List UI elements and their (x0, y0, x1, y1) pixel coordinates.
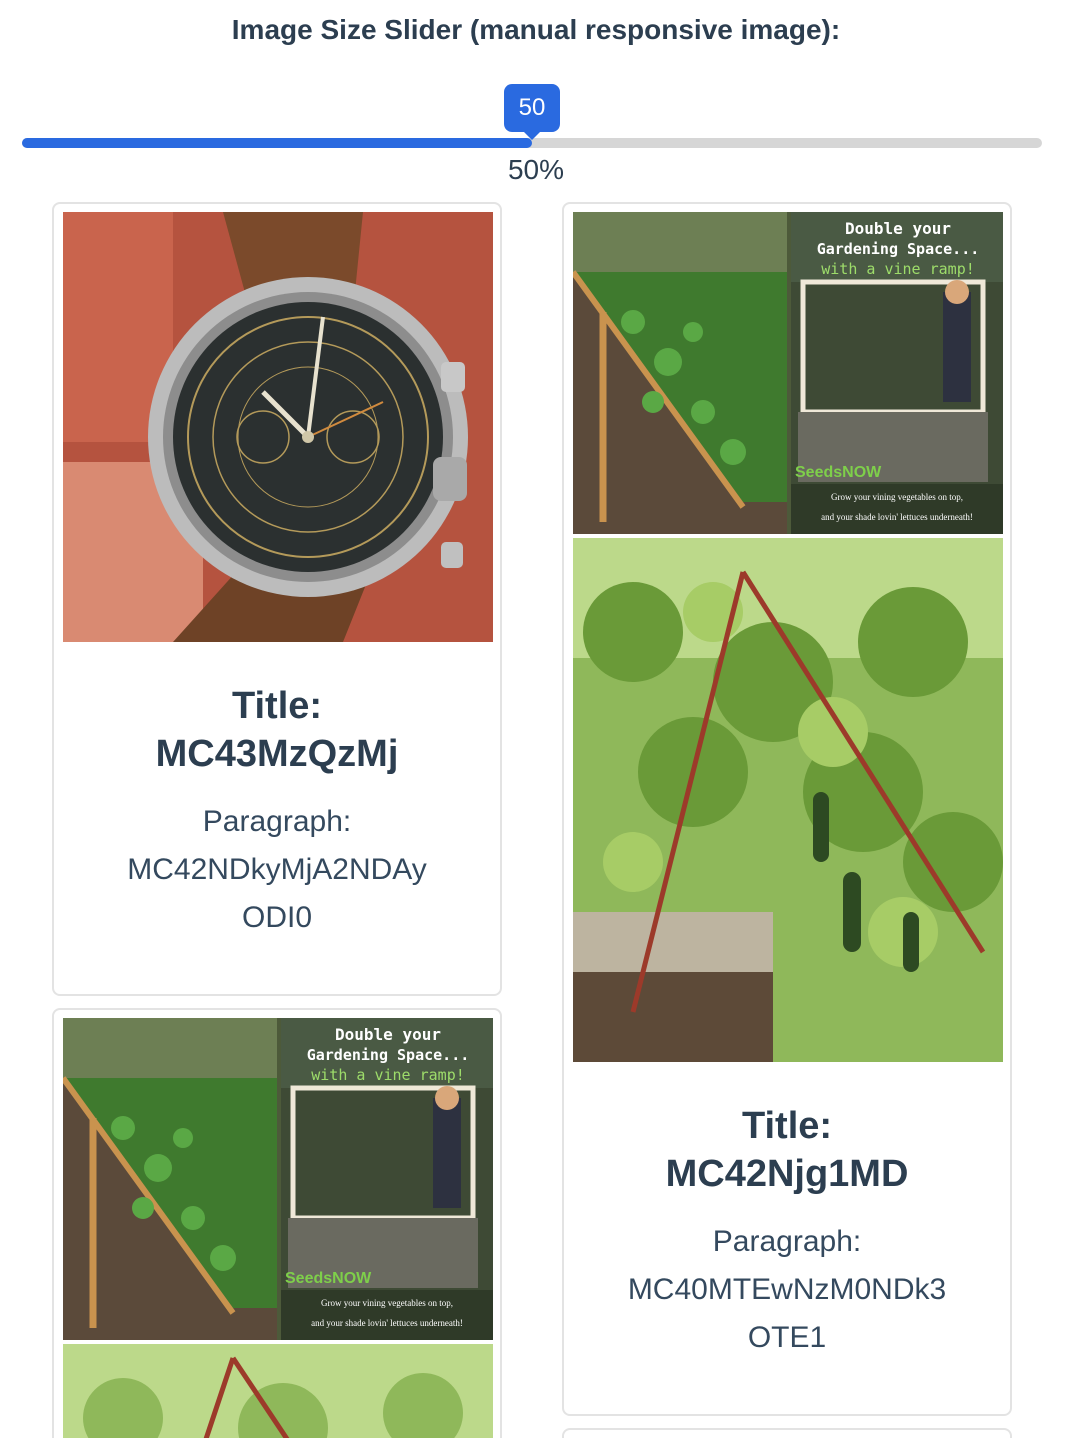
overlay-text: Gardening Space... (817, 240, 980, 258)
card-paragraph-label: Paragraph: (202, 805, 352, 838)
card-paragraph-value-cont: ODI0 (241, 901, 313, 934)
card-title-value: MC42Njg1MD (665, 1153, 909, 1195)
overlay-text: Double your (845, 219, 951, 238)
image-card: Double your Gardening Space... with a vi… (562, 202, 1012, 1416)
card-title-label: Title: (741, 1105, 833, 1147)
overlay-text: with a vine ramp! (821, 260, 975, 278)
overlay-text: Double your (335, 1025, 441, 1044)
card-text: Title: MC43MzQzMj Paragraph: MC42NDkyMjA… (74, 682, 480, 942)
card-paragraph-value: MC40MTEwNzM0NDk3 (627, 1273, 947, 1306)
image-card: Double your Gardening Space... with a vi… (52, 1008, 502, 1438)
overlay-caption: and your shade lovin' lettuces underneat… (311, 1318, 463, 1328)
overlay-text: Gardening Space... (307, 1046, 470, 1064)
card-paragraph-value: MC42NDkyMjA2NDAy (127, 853, 427, 886)
slider-fill (22, 138, 532, 148)
card-title-value: MC43MzQzMj (155, 733, 399, 775)
card-paragraph-value-cont: OTE1 (747, 1321, 827, 1354)
overlay-brand: SeedsNOW (795, 464, 882, 481)
card-title-label: Title: (231, 685, 323, 727)
slider-percent-label: 50% (507, 154, 565, 185)
card-title: Title: MC43MzQzMj (74, 682, 480, 778)
card-paragraph-label: Paragraph: (712, 1225, 862, 1258)
image-card: Title: MC43MzQzMj Paragraph: MC42NDkyMjA… (52, 202, 502, 996)
overlay-text: with a vine ramp! (311, 1066, 465, 1084)
card-image-garden: Double your Gardening Space... with a vi… (573, 212, 1003, 1062)
overlay-caption: Grow your vining vegetables on top, (321, 1298, 453, 1308)
image-size-slider[interactable]: 50 (22, 80, 1042, 160)
card-image-garden: Double your Gardening Space... with a vi… (63, 1018, 493, 1438)
slider-thumb[interactable]: 50 (504, 84, 560, 140)
overlay-caption: and your shade lovin' lettuces underneat… (821, 512, 973, 522)
image-card (562, 1428, 1012, 1438)
card-image-watch (63, 212, 493, 642)
card-text: Title: MC42Njg1MD Paragraph: MC40MTEwNzM… (584, 1102, 990, 1362)
overlay-brand: SeedsNOW (285, 1270, 372, 1287)
card-title: Title: MC42Njg1MD (584, 1102, 990, 1198)
overlay-caption: Grow your vining vegetables on top, (831, 492, 963, 502)
page-heading: Image Size Slider (manual responsive ima… (231, 14, 841, 45)
